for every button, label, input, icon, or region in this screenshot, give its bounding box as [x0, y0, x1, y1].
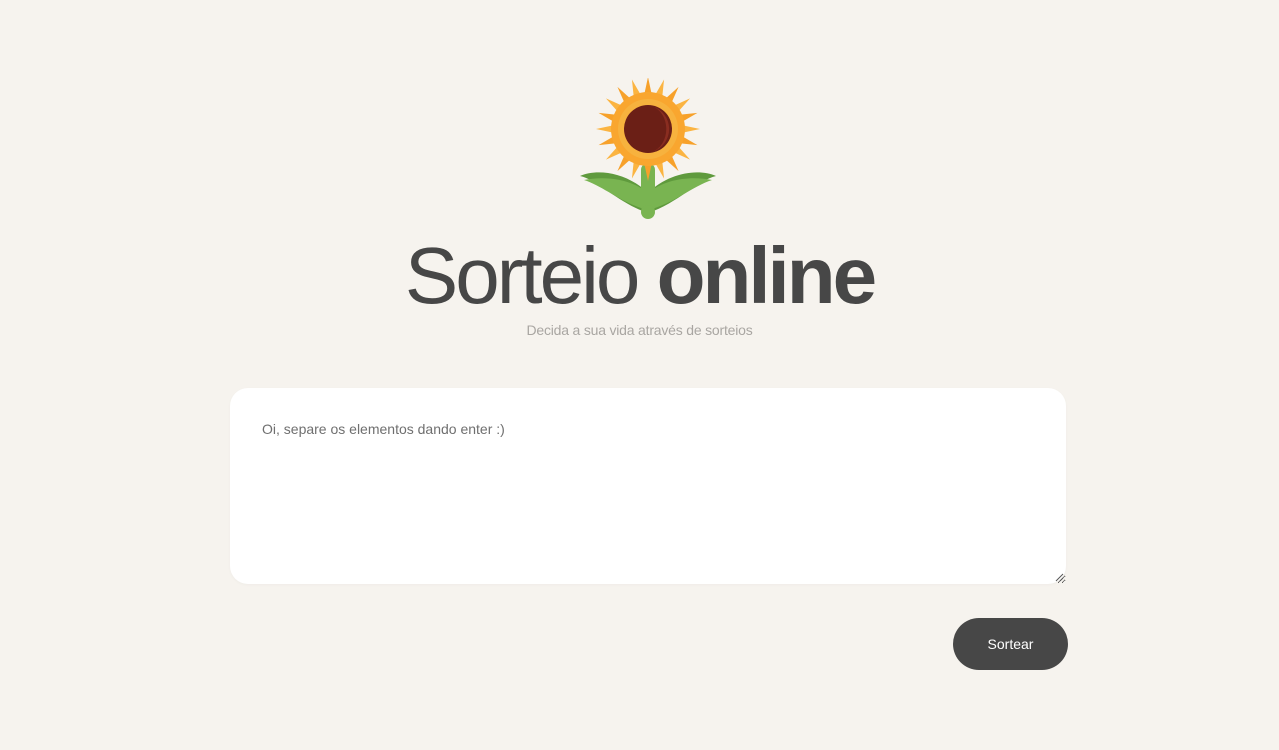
page-title-light: Sorteio: [404, 231, 640, 320]
page-subtitle: Decida a sua vida através de sorteios: [526, 322, 753, 338]
elements-textarea[interactable]: [230, 388, 1066, 584]
input-card: [230, 388, 1066, 584]
resize-grip-icon[interactable]: [1055, 573, 1064, 582]
page-title-bold: online: [656, 231, 878, 320]
sortear-button[interactable]: Sortear: [953, 618, 1068, 670]
sunflower-icon: [580, 78, 716, 219]
page-title: Sorteio online: [0, 226, 1279, 326]
